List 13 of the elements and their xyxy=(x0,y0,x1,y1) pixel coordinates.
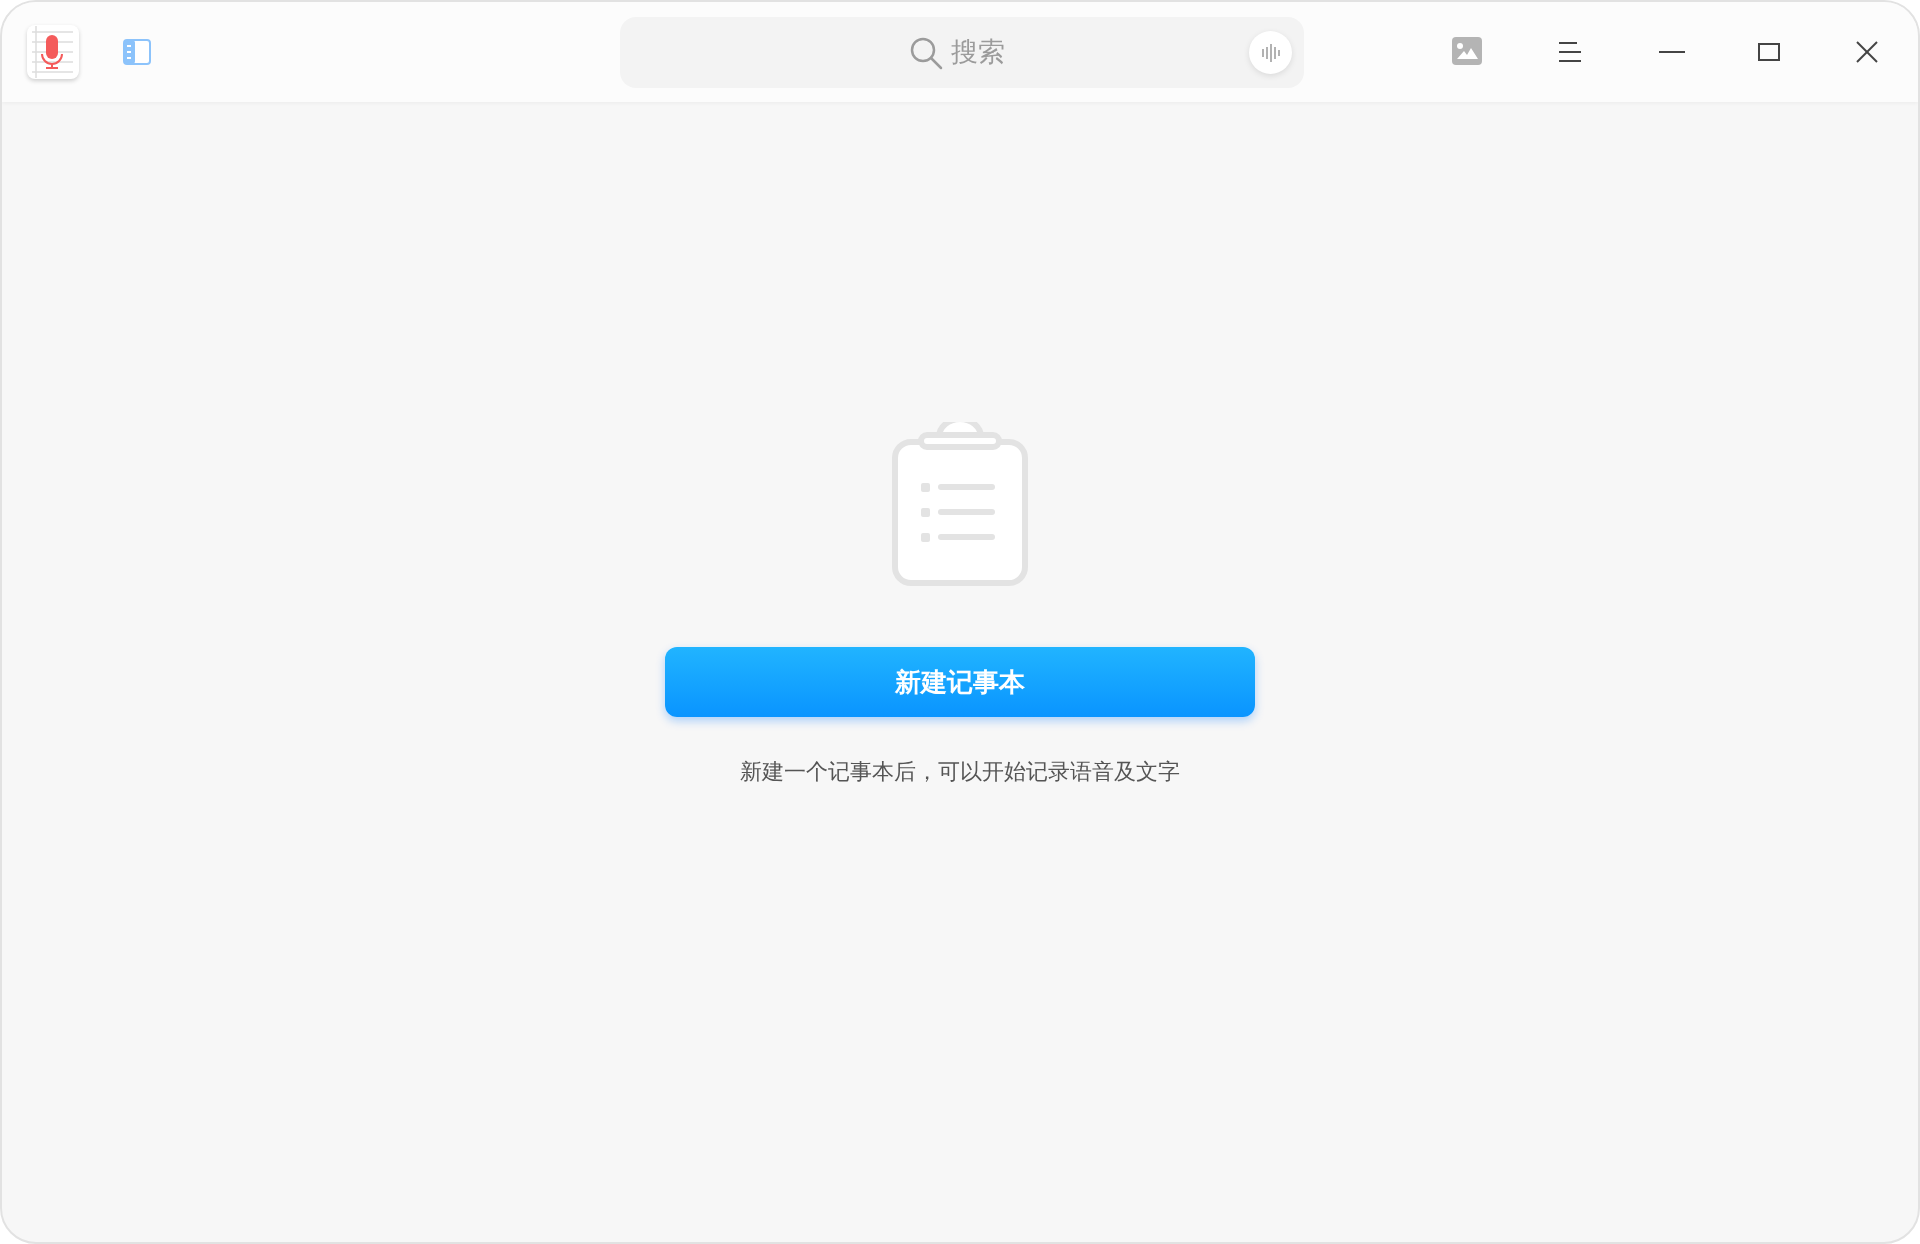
maximize-icon[interactable] xyxy=(1758,43,1780,61)
sound-wave-icon xyxy=(1260,42,1281,63)
empty-state-hint: 新建一个记事本后，可以开始记录语音及文字 xyxy=(740,758,1180,786)
search-field[interactable]: 搜索 xyxy=(620,17,1304,88)
minimize-icon[interactable] xyxy=(1659,50,1685,54)
new-notebook-button[interactable]: 新建记事本 xyxy=(665,647,1255,717)
sidebar-toggle-icon[interactable] xyxy=(123,39,151,65)
close-icon[interactable] xyxy=(1856,41,1878,63)
app-logo-icon xyxy=(27,25,79,79)
menu-icon[interactable] xyxy=(1558,40,1582,64)
search-input[interactable]: 搜索 xyxy=(951,32,1015,73)
clipboard-list-icon xyxy=(891,422,1029,587)
search-icon xyxy=(909,35,943,70)
